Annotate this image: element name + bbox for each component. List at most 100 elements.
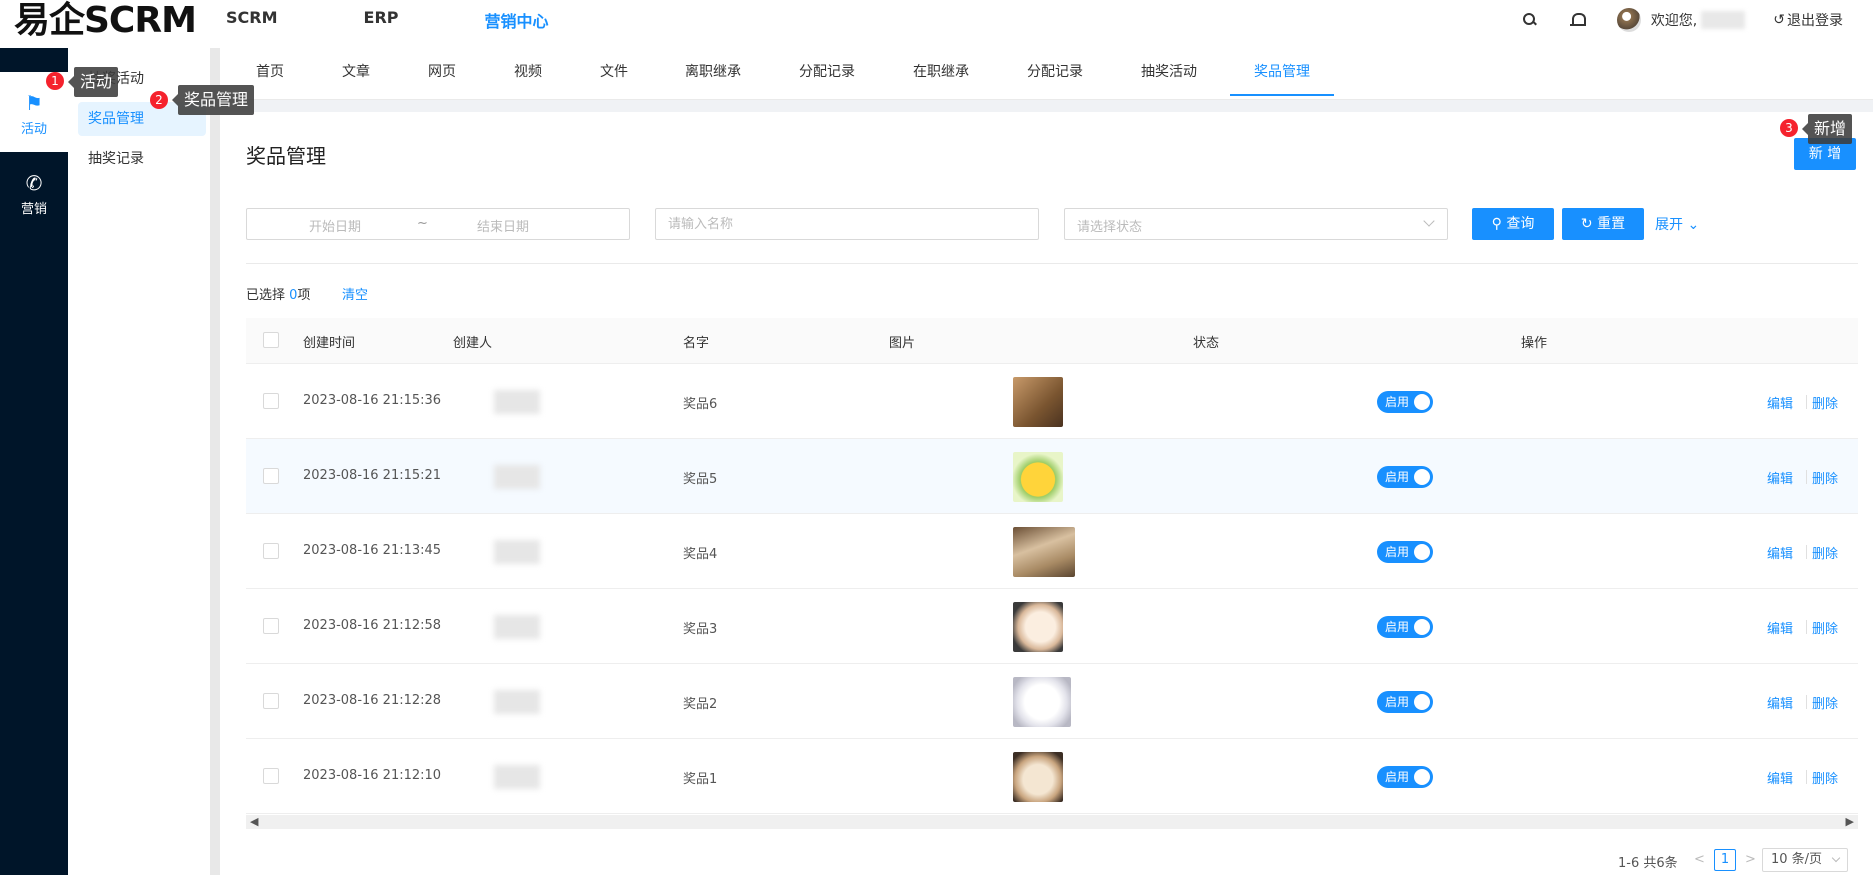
delete-link[interactable]: 删除	[1812, 468, 1838, 487]
select-all-checkbox[interactable]	[263, 332, 279, 348]
delete-link[interactable]: 删除	[1812, 393, 1838, 412]
top-nav-erp[interactable]: ERP	[364, 8, 399, 32]
end-date-field[interactable]: 结束日期	[477, 216, 529, 235]
prize-image-psyduck[interactable]	[1013, 452, 1063, 502]
row-checkbox[interactable]	[263, 393, 279, 409]
row-checkbox[interactable]	[263, 618, 279, 634]
cell-creator-redacted	[494, 615, 540, 639]
delete-link[interactable]: 删除	[1812, 543, 1838, 562]
delete-link[interactable]: 删除	[1812, 693, 1838, 712]
status-toggle[interactable]: 启用	[1377, 616, 1433, 638]
user-area: 欢迎您, ↺ 退出登录	[1521, 8, 1873, 32]
toggle-knob	[1414, 394, 1430, 410]
welcome-text: 欢迎您,	[1650, 13, 1698, 29]
prize-image-puppy[interactable]	[1013, 752, 1063, 802]
edit-link[interactable]: 编辑	[1767, 468, 1793, 487]
status-toggle-label: 启用	[1385, 545, 1410, 559]
logout-icon[interactable]: ↺	[1773, 12, 1785, 28]
page-title: 奖品管理	[246, 144, 326, 168]
tab-allocation-records[interactable]: 分配记录	[796, 48, 858, 96]
row-checkbox[interactable]	[263, 768, 279, 784]
edit-link[interactable]: 编辑	[1767, 768, 1793, 787]
action-separator	[1806, 620, 1807, 634]
page-number-current[interactable]: 1	[1714, 849, 1736, 871]
prize-image-stool[interactable]	[1013, 527, 1075, 577]
scroll-right-icon[interactable]: ▶	[1846, 815, 1854, 829]
status-toggle-label: 启用	[1385, 770, 1410, 784]
cell-creator-redacted	[494, 390, 540, 414]
app-logo: 易企SCRM	[14, 0, 197, 41]
bell-icon[interactable]	[1569, 11, 1587, 29]
row-checkbox[interactable]	[263, 468, 279, 484]
reset-button[interactable]: ↻ 重置	[1562, 208, 1644, 240]
top-nav-marketing-center[interactable]: 营销中心	[485, 8, 549, 32]
tab-files[interactable]: 文件	[596, 48, 632, 96]
content-card: 奖品管理 新 增 开始日期 ~ 结束日期 请选择状态 ⚲ 查询 ↻ 重置 展开 …	[220, 112, 1873, 875]
annotation-badge-3: 3	[1780, 119, 1798, 137]
top-nav-scrm[interactable]: SCRM	[226, 8, 278, 32]
pagination-total: 1-6 共6条	[1618, 856, 1678, 871]
column-name: 名字	[683, 336, 710, 351]
top-nav: SCRM ERP 营销中心	[226, 8, 635, 32]
search-icon[interactable]	[1521, 11, 1539, 29]
date-range-picker[interactable]: 开始日期 ~ 结束日期	[246, 208, 630, 240]
rail-item-marketing[interactable]: ✆ 营销	[0, 152, 68, 232]
sub-menu: 抽奖活动 奖品管理 抽奖记录	[68, 48, 210, 875]
row-checkbox[interactable]	[263, 543, 279, 559]
edit-link[interactable]: 编辑	[1767, 618, 1793, 637]
delete-link[interactable]: 删除	[1812, 768, 1838, 787]
logout-link[interactable]: 退出登录	[1787, 10, 1843, 30]
tab-articles[interactable]: 文章	[338, 48, 374, 96]
search-icon: ⚲	[1491, 216, 1502, 232]
status-toggle-label: 启用	[1385, 620, 1410, 634]
status-toggle[interactable]: 启用	[1377, 391, 1433, 413]
expand-filters-link[interactable]: 展开 ⌄	[1655, 214, 1699, 234]
prev-page-icon[interactable]: <	[1694, 852, 1705, 867]
tab-videos[interactable]: 视频	[510, 48, 546, 96]
prize-image-kitten[interactable]	[1013, 602, 1063, 652]
avatar[interactable]	[1616, 8, 1641, 32]
prize-image-cat[interactable]	[1013, 377, 1063, 427]
row-checkbox[interactable]	[263, 693, 279, 709]
edit-link[interactable]: 编辑	[1767, 543, 1793, 562]
table-horizontal-scrollbar[interactable]: ◀ ▶	[246, 815, 1858, 829]
edit-link[interactable]: 编辑	[1767, 693, 1793, 712]
edit-link[interactable]: 编辑	[1767, 393, 1793, 412]
table-row: 2023-08-16 21:12:58 奖品3 启用 编辑 删除	[246, 589, 1858, 664]
tab-allocation-records-2[interactable]: 分配记录	[1024, 48, 1086, 96]
chevron-down-icon: ⌄	[1687, 217, 1700, 233]
column-image: 图片	[889, 336, 916, 351]
cell-created-at: 2023-08-16 21:15:21	[303, 468, 442, 483]
status-toggle[interactable]: 启用	[1377, 466, 1433, 488]
tab-prize-management[interactable]: 奖品管理	[1230, 48, 1334, 96]
status-toggle[interactable]: 启用	[1377, 766, 1433, 788]
table-row: 2023-08-16 21:15:21 奖品5 启用 编辑 删除	[246, 439, 1858, 514]
tab-webpages[interactable]: 网页	[424, 48, 460, 96]
name-search-input[interactable]	[655, 208, 1039, 240]
page-size-select[interactable]: 10 条/页	[1762, 848, 1848, 872]
column-created-at: 创建时间	[303, 336, 356, 351]
tab-lottery-activity[interactable]: 抽奖活动	[1138, 48, 1200, 96]
status-select[interactable]: 请选择状态	[1064, 208, 1448, 240]
next-page-icon[interactable]: >	[1745, 852, 1756, 867]
query-button[interactable]: ⚲ 查询	[1472, 208, 1554, 240]
tab-home[interactable]: 首页	[252, 48, 288, 96]
status-toggle[interactable]: 启用	[1377, 541, 1433, 563]
clear-selection-link[interactable]: 清空	[342, 284, 368, 303]
status-toggle[interactable]: 启用	[1377, 691, 1433, 713]
tab-resigned-inheritance[interactable]: 离职继承	[682, 48, 744, 96]
rail-item-label: 活动	[20, 122, 47, 137]
delete-link[interactable]: 删除	[1812, 618, 1838, 637]
start-date-field[interactable]: 开始日期	[309, 216, 361, 235]
page-tabs: 首页 文章 网页 视频 文件 离职继承 分配记录 在职继承 分配记录 抽奖活动 …	[220, 48, 1873, 100]
sub-item-lottery-records[interactable]: 抽奖记录	[78, 142, 206, 176]
cell-created-at: 2023-08-16 21:13:45	[303, 543, 442, 558]
side-rail: ⚑ 活动 ✆ 营销	[0, 48, 68, 875]
tab-onjob-inheritance[interactable]: 在职继承	[910, 48, 972, 96]
prize-image-white-cat[interactable]	[1013, 677, 1071, 727]
toggle-knob	[1414, 694, 1430, 710]
action-separator	[1806, 470, 1807, 484]
scroll-left-icon[interactable]: ◀	[250, 815, 258, 829]
menu-scrollbar[interactable]	[210, 48, 220, 875]
cell-creator-redacted	[494, 540, 540, 564]
